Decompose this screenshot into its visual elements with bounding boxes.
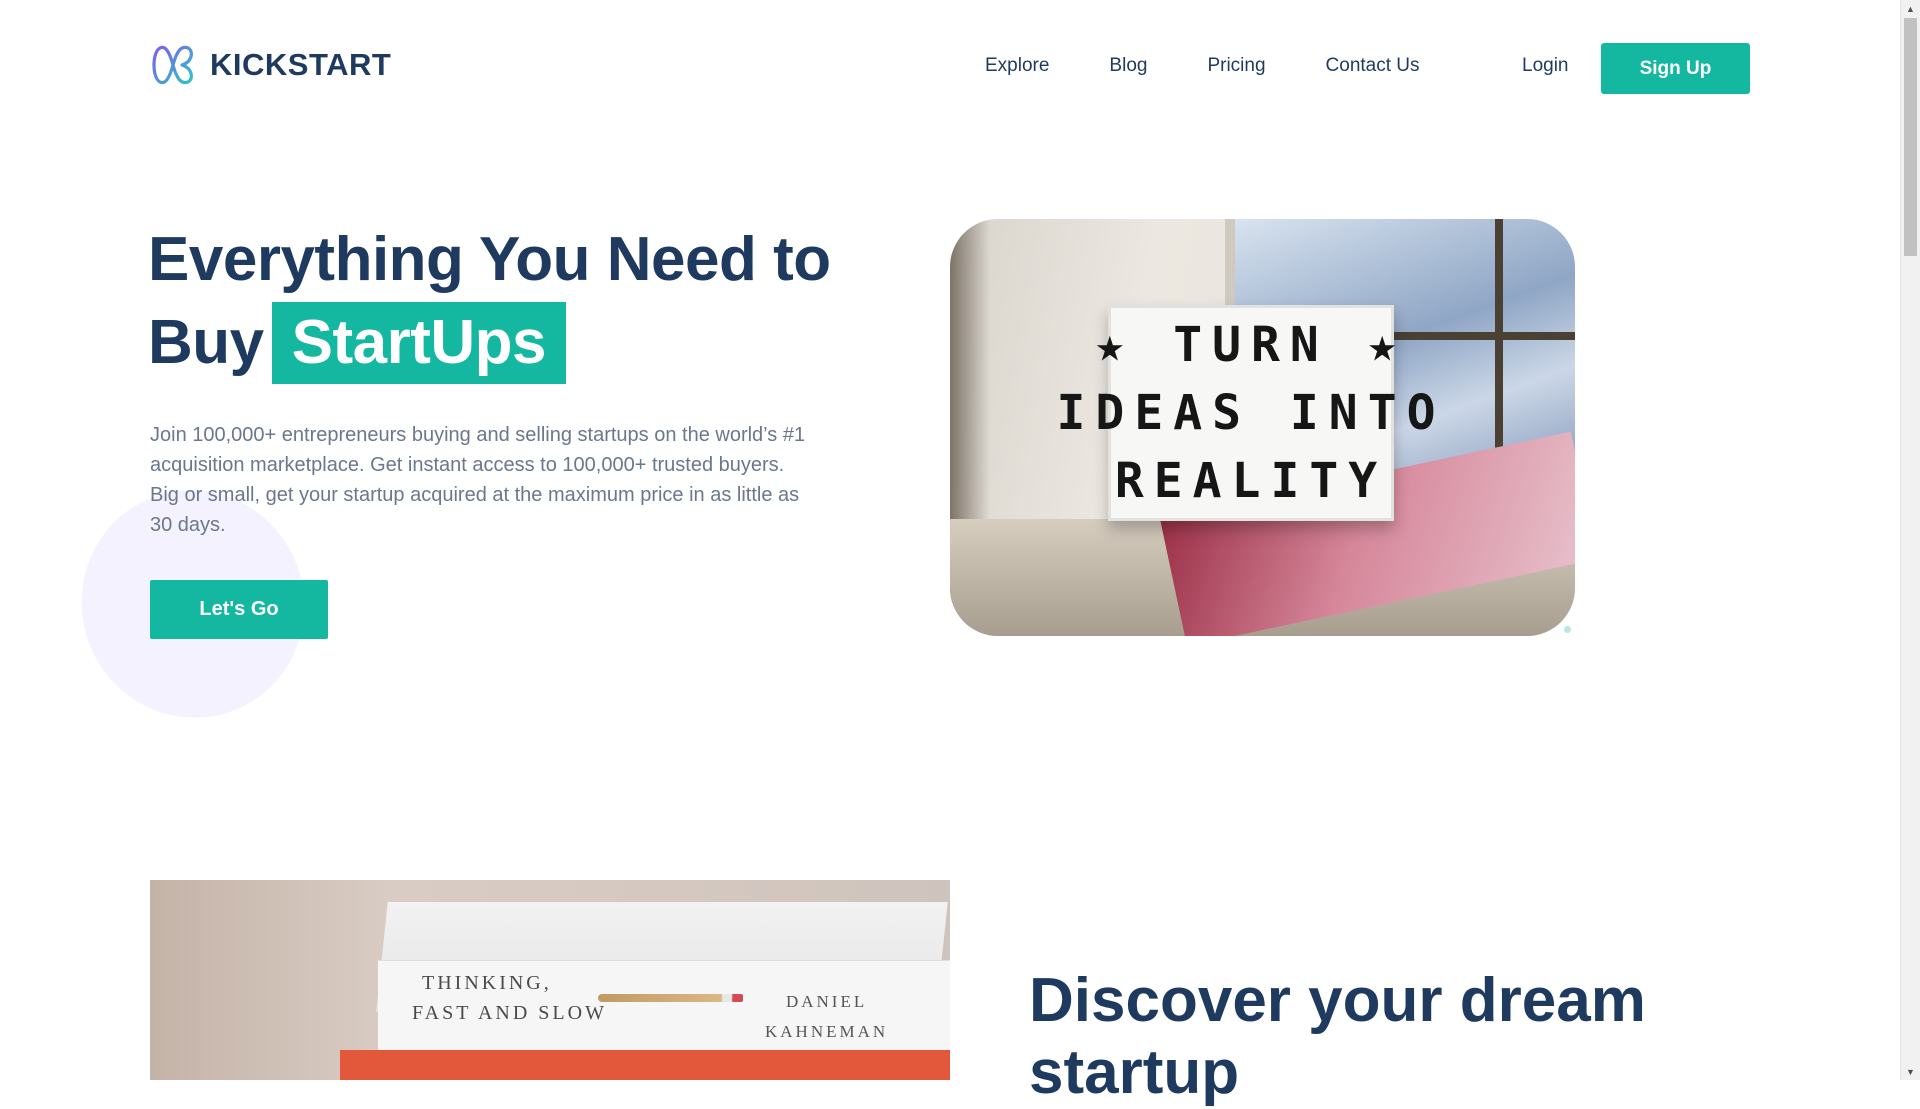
- main-nav: Explore Blog Pricing Contact Us: [985, 55, 1480, 77]
- top-navbar: KICKSTART Explore Blog Pricing Contact U…: [0, 0, 1900, 140]
- login-link[interactable]: Login: [1522, 55, 1569, 77]
- hero-title: Everything You Need to Buy StartUps: [148, 218, 831, 384]
- lightbox-sign: ★ TURN ★ IDEAS INTO REALITY: [1057, 305, 1436, 521]
- scroll-thumb[interactable]: [1904, 18, 1917, 256]
- nav-pricing-link[interactable]: Pricing: [1207, 55, 1265, 77]
- lightbox-line: REALITY: [1114, 453, 1388, 509]
- hero-description: Join 100,000+ entrepreneurs buying and s…: [150, 424, 806, 536]
- lightbox-line: IDEAS INTO: [1056, 385, 1446, 441]
- pencil: [598, 994, 743, 1002]
- book-author-line1: DANIEL: [785, 992, 868, 1011]
- kickstart-logo-icon: [152, 45, 193, 85]
- hero-title-line1: Everything You Need to: [148, 225, 831, 294]
- scroll-down-arrow-icon[interactable]: ▼: [1901, 1063, 1920, 1080]
- hero-image: ★ TURN ★ IDEAS INTO REALITY: [950, 219, 1575, 636]
- book-red-spine: [340, 1050, 950, 1080]
- lightbox-line: ★ TURN ★: [1095, 317, 1407, 373]
- hero-title-highlight: StartUps: [271, 302, 567, 384]
- book-title-line1: THINKING,: [422, 972, 552, 994]
- nav-blog-link[interactable]: Blog: [1109, 55, 1147, 77]
- scroll-up-arrow-icon[interactable]: ▲: [1901, 0, 1920, 17]
- carousel-dot[interactable]: [1564, 626, 1571, 633]
- section-title: Discover your dream startup: [1029, 966, 1646, 1107]
- signup-button[interactable]: Sign Up: [1601, 43, 1750, 94]
- book-image: THINKING, FAST AND SLOW DANIEL KAHNEMAN: [150, 880, 950, 1080]
- lets-go-button[interactable]: Let's Go: [150, 580, 328, 639]
- hero-title-line2: Buy: [148, 308, 264, 377]
- book-author-line2: KAHNEMAN: [765, 1022, 889, 1041]
- page-scrollbar[interactable]: ▲ ▼: [1900, 0, 1920, 1080]
- book-author: DANIEL KAHNEMAN: [765, 987, 888, 1047]
- book-title-line2: FAST AND SLOW: [412, 1002, 607, 1024]
- brand-home-link[interactable]: KICKSTART: [150, 42, 391, 88]
- nav-contact-link[interactable]: Contact Us: [1326, 55, 1420, 77]
- brand-name: KICKSTART: [210, 47, 392, 82]
- nav-explore-link[interactable]: Explore: [985, 55, 1049, 77]
